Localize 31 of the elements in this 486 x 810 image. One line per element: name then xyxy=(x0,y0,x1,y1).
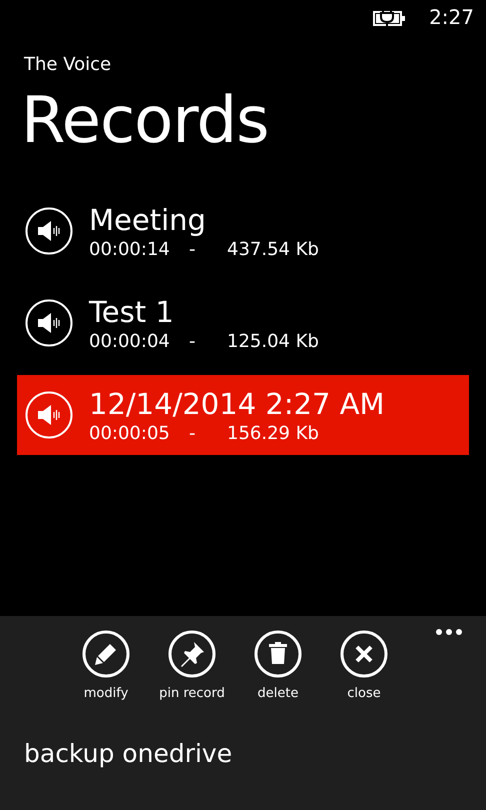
clock-time: 2:27 xyxy=(429,5,474,29)
record-duration: 00:00:14 xyxy=(89,238,171,260)
pencil-icon xyxy=(82,630,130,678)
record-item[interactable]: 12/14/2014 2:27 AM 00:00:05 - 156.29 Kb xyxy=(17,375,469,455)
speaker-icon xyxy=(25,299,73,347)
record-duration: 00:00:04 xyxy=(89,330,171,352)
record-duration: 00:00:05 xyxy=(89,422,171,444)
record-name: Meeting xyxy=(89,202,207,236)
record-size: 156.29 Kb xyxy=(227,422,319,444)
separator-dash: - xyxy=(188,330,196,352)
app-bar-button[interactable]: delete xyxy=(235,630,321,701)
app-bar-button[interactable]: close xyxy=(321,630,407,701)
more-icon[interactable] xyxy=(435,628,463,636)
record-size: 437.54 Kb xyxy=(227,238,319,260)
record-item[interactable]: Test 1 00:00:04 - 125.04 Kb xyxy=(17,283,469,363)
menu-item[interactable]: backup onedrive xyxy=(24,739,486,768)
record-item[interactable]: Meeting 00:00:14 - 437.54 Kb xyxy=(17,191,469,271)
record-name: Test 1 xyxy=(89,294,175,328)
separator-dash: - xyxy=(188,238,196,260)
app-title: The Voice xyxy=(24,54,112,75)
pin-icon xyxy=(168,630,216,678)
speaker-icon xyxy=(25,207,73,255)
record-size: 125.04 Kb xyxy=(227,330,319,352)
trash-icon xyxy=(254,630,302,678)
app-bar-button[interactable]: pin record xyxy=(149,630,235,701)
close-icon xyxy=(340,630,388,678)
separator-dash: - xyxy=(188,422,196,444)
speaker-icon xyxy=(25,391,73,439)
record-name: 12/14/2014 2:27 AM xyxy=(89,386,385,420)
app-bar-button[interactable]: modify xyxy=(63,630,149,701)
page-title: Records xyxy=(21,89,270,153)
